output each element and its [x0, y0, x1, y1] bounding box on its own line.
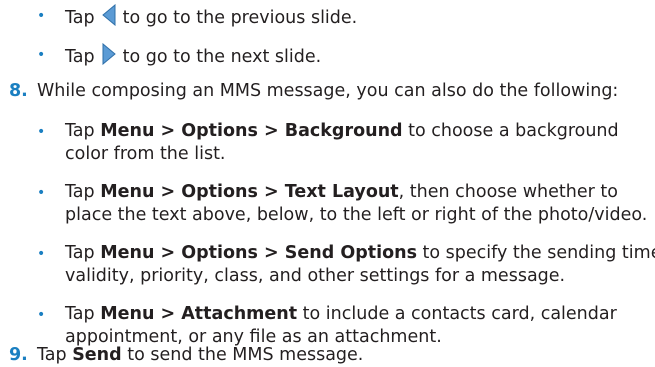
- list-item-text: to go to the next slide.: [122, 47, 322, 67]
- list-item-background-cont: color from the list.: [65, 144, 226, 164]
- list-item-text: to specify the sending time,: [416, 243, 655, 263]
- step-number: 9.: [9, 345, 28, 365]
- tap-label: Tap: [37, 345, 73, 365]
- list-bullet: •: [37, 185, 46, 201]
- menu-path: Menu > Options > Text Layout: [100, 182, 399, 202]
- list-item-previous-slide: Tap to go to the previous slide.: [65, 3, 358, 33]
- step-number: 8.: [9, 81, 28, 101]
- list-item-text: to go to the previous slide.: [122, 8, 358, 28]
- list-bullet: •: [37, 47, 46, 63]
- menu-path: Menu > Options > Background: [100, 121, 403, 141]
- tap-label: Tap: [65, 243, 101, 263]
- tap-label: Tap: [65, 47, 95, 67]
- previous-slide-icon: [101, 3, 117, 33]
- list-bullet: •: [37, 307, 46, 323]
- tap-label: Tap: [65, 304, 101, 324]
- list-bullet: •: [37, 246, 46, 262]
- list-item-next-slide: Tap to go to the next slide.: [65, 42, 322, 72]
- menu-path: Menu > Attachment: [100, 304, 298, 324]
- list-item-text-layout-cont: place the text above, below, to the left…: [65, 205, 648, 225]
- list-item-send-options: Tap Menu > Options > Send Options to spe…: [65, 242, 655, 265]
- list-item-background: Tap Menu > Options > Background to choos…: [65, 120, 619, 143]
- list-item-text: to send the MMS message.: [121, 345, 364, 365]
- list-item-text: , then choose whether to: [398, 182, 618, 202]
- step-8-text: While composing an MMS message, you can …: [37, 81, 619, 101]
- list-item-text-layout: Tap Menu > Options > Text Layout, then c…: [65, 181, 618, 204]
- list-item-text: to choose a background: [402, 121, 619, 141]
- list-item-attachment: Tap Menu > Attachment to include a conta…: [65, 303, 617, 326]
- list-item-text: to include a contacts card, calendar: [297, 304, 617, 324]
- step-9-text: Tap Send to send the MMS message.: [37, 344, 363, 367]
- tap-label: Tap: [65, 8, 95, 28]
- send-label: Send: [72, 345, 122, 365]
- tap-label: Tap: [65, 182, 101, 202]
- list-bullet: •: [37, 8, 46, 24]
- list-item-send-options-cont: validity, priority, class, and other set…: [65, 266, 566, 286]
- tap-label: Tap: [65, 121, 101, 141]
- next-slide-icon: [101, 42, 117, 72]
- menu-path: Menu > Options > Send Options: [100, 243, 417, 263]
- list-bullet: •: [37, 124, 46, 140]
